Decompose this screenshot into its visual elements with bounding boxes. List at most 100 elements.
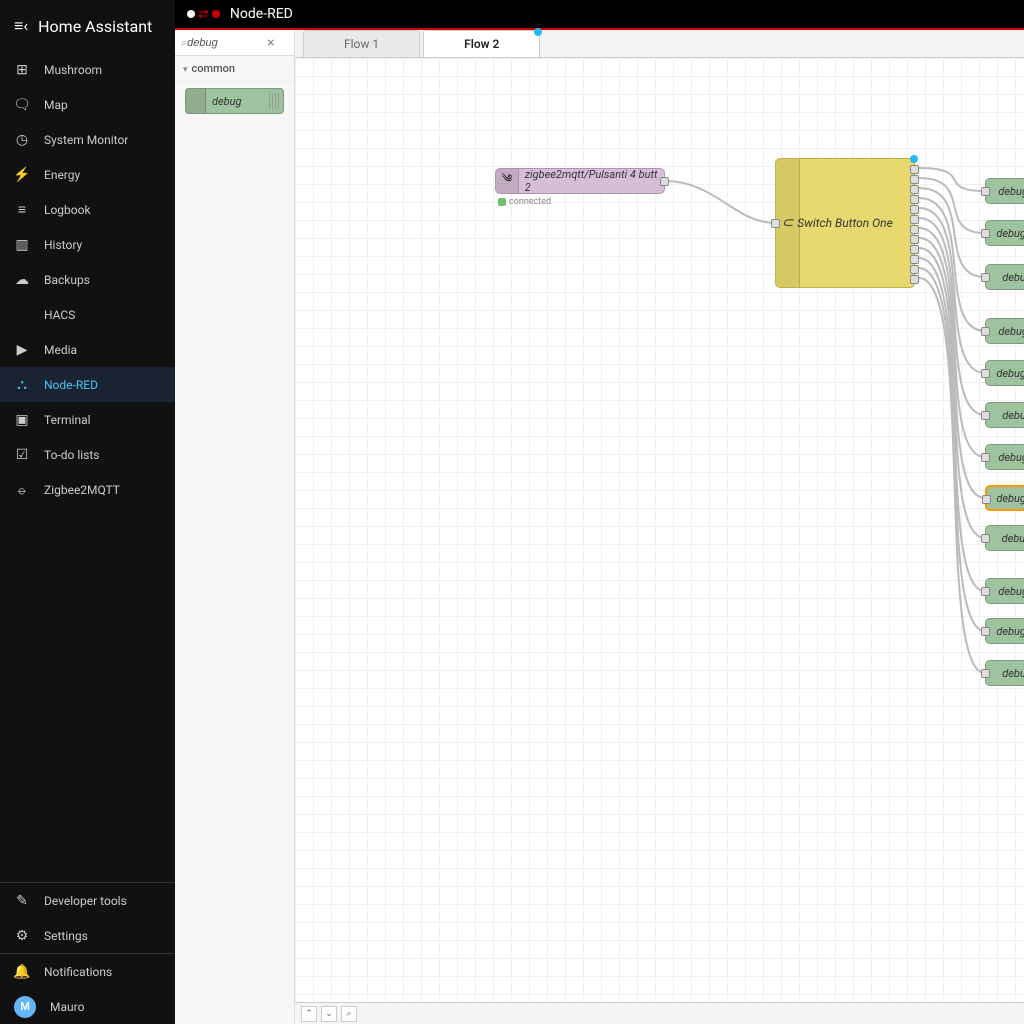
nav-icon: ✎ — [14, 893, 30, 909]
node-status: connected — [498, 197, 551, 207]
nav-icon: ▥ — [14, 237, 30, 253]
node-debug-0[interactable]: debug 1_single — [985, 178, 1024, 204]
sidebar-item-backups[interactable]: ☁Backups — [0, 262, 175, 297]
sidebar-item-zigbee2mqtt[interactable]: ⦵Zigbee2MQTT — [0, 472, 175, 507]
node-debug-6[interactable]: debug 3_single — [985, 444, 1024, 470]
node-debug-11[interactable]: debug 2_hold — [985, 660, 1024, 686]
port-in[interactable] — [981, 669, 990, 678]
node-debug-8[interactable]: debu❖1_hold — [985, 525, 1024, 551]
sidebar-item-history[interactable]: ▥History — [0, 227, 175, 262]
port-in[interactable] — [981, 369, 990, 378]
port-out-1[interactable] — [910, 175, 919, 184]
port-in[interactable] — [981, 534, 990, 543]
port-out-8[interactable] — [910, 245, 919, 254]
node-debug-5[interactable]: debug 2_hold — [985, 402, 1024, 428]
avatar: M — [14, 996, 36, 1018]
palette-node-debug[interactable]: debug — [185, 88, 284, 114]
port-in[interactable] — [981, 273, 990, 282]
nav-icon: ▣ — [14, 412, 30, 428]
sidebar-item-mauro[interactable]: MMauro — [0, 989, 175, 1024]
sidebar-item-developer-tools[interactable]: ✎Developer tools — [0, 883, 175, 918]
node-debug-3[interactable]: debug 2_single — [985, 318, 1024, 344]
port-in[interactable] — [981, 229, 990, 238]
bars-icon — [269, 93, 279, 109]
changed-dot-icon — [534, 28, 542, 36]
nav-icon: ▶ — [14, 342, 30, 358]
mqtt-icon: ༄ — [496, 169, 519, 193]
port-in[interactable] — [981, 453, 990, 462]
status-dot-icon — [498, 198, 506, 206]
port-out-3[interactable] — [910, 195, 919, 204]
tab-flow-1[interactable]: Flow 1 — [303, 30, 420, 57]
node-debug-10[interactable]: debug 2_double — [985, 618, 1024, 644]
palette-search-input[interactable] — [187, 37, 267, 49]
sidebar-item-node-red[interactable]: ⛬Node-RED — [0, 367, 175, 402]
nav-icon: 🗨 — [14, 97, 30, 113]
port-in[interactable] — [981, 411, 990, 420]
nav-icon: ☁ — [14, 272, 30, 288]
changed-dot-icon — [910, 155, 918, 163]
nav-footer: 🔔NotificationsMMauro — [0, 953, 175, 1024]
port-out-6[interactable] — [910, 225, 919, 234]
port-out-7[interactable] — [910, 235, 919, 244]
port-out-4[interactable] — [910, 205, 919, 214]
sidebar: ≡‹ Home Assistant ⊞Mushroom🗨Map◷System M… — [0, 0, 175, 1024]
sidebar-item-notifications[interactable]: 🔔Notifications — [0, 954, 175, 989]
nav-icon: ⚙ — [14, 928, 30, 944]
sidebar-item-hacs[interactable]: HACS — [0, 297, 175, 332]
page-title: Node-RED — [230, 6, 293, 22]
port-in[interactable] — [981, 327, 990, 336]
nav-icon — [14, 307, 30, 323]
sidebar-item-logbook[interactable]: ≡Logbook — [0, 192, 175, 227]
port-out[interactable] — [660, 177, 669, 186]
nav-main: ⊞Mushroom🗨Map◷System Monitor⚡Energy≡Logb… — [0, 52, 175, 882]
node-function[interactable]: ⊂ Switch Button One — [775, 158, 915, 288]
port-out-9[interactable] — [910, 255, 919, 264]
tabs: Flow 1Flow 2 — [295, 30, 1024, 58]
sidebar-item-map[interactable]: 🗨Map — [0, 87, 175, 122]
port-out-11[interactable] — [910, 275, 919, 284]
node-debug-7[interactable]: debug 3_double — [985, 485, 1024, 511]
menu-toggle-icon[interactable]: ≡‹ — [14, 16, 28, 36]
port-in[interactable] — [981, 587, 990, 596]
sidebar-item-settings[interactable]: ⚙Settings — [0, 918, 175, 953]
nav-icon: ☑ — [14, 447, 30, 463]
footer-up-button[interactable]: ⌃ — [301, 1006, 317, 1022]
node-debug-4[interactable]: debug 2_double — [985, 360, 1024, 386]
nav-icon: ⚡ — [14, 167, 30, 183]
sidebar-item-to-do-lists[interactable]: ☑To-do lists — [0, 437, 175, 472]
palette-search-clear[interactable]: × — [267, 35, 274, 51]
port-out-5[interactable] — [910, 215, 919, 224]
port-out-2[interactable] — [910, 185, 919, 194]
port-out-10[interactable] — [910, 265, 919, 274]
node-debug-1[interactable]: debug 1_double — [985, 220, 1024, 246]
port-in[interactable] — [982, 495, 991, 504]
tab-flow-2[interactable]: Flow 2 — [423, 30, 540, 57]
port-out-0[interactable] — [910, 165, 919, 174]
topbar: ⇄ Node-RED — [175, 0, 1024, 30]
sidebar-item-energy[interactable]: ⚡Energy — [0, 157, 175, 192]
sidebar-header: ≡‹ Home Assistant — [0, 0, 175, 52]
nav-icon: ⦵ — [14, 482, 30, 498]
nav-icon: ≡ — [14, 202, 30, 218]
sidebar-item-system-monitor[interactable]: ◷System Monitor — [0, 122, 175, 157]
workspace: Flow 1Flow 2 ༄ zigbee2mqtt/Pulsanti 4 bu… — [295, 30, 1024, 1024]
port-in[interactable] — [981, 187, 990, 196]
port-in[interactable] — [981, 627, 990, 636]
nav-icon: ◷ — [14, 132, 30, 148]
app-title: Home Assistant — [38, 17, 152, 36]
debug-icon — [186, 89, 206, 113]
canvas[interactable]: ༄ zigbee2mqtt/Pulsanti 4 butt 2 connecte… — [295, 58, 1024, 1002]
palette-category[interactable]: common — [175, 56, 294, 82]
node-debug-2[interactable]: debug 1_hold — [985, 264, 1024, 290]
sidebar-item-terminal[interactable]: ▣Terminal — [0, 402, 175, 437]
nav-icon: ⛬ — [14, 377, 30, 393]
node-debug-9[interactable]: debug 2_single — [985, 578, 1024, 604]
node-mqtt-in[interactable]: ༄ zigbee2mqtt/Pulsanti 4 butt 2 connecte… — [495, 168, 665, 194]
sidebar-item-mushroom[interactable]: ⊞Mushroom — [0, 52, 175, 87]
main: ⌕ × common debug Flow 1Flow 2 ༄ zigbee2m… — [175, 30, 1024, 1024]
sidebar-item-media[interactable]: ▶Media — [0, 332, 175, 367]
port-in[interactable] — [771, 219, 780, 228]
footer-search-button[interactable]: ⌕ — [341, 1006, 357, 1022]
footer-down-button[interactable]: ⌄ — [321, 1006, 337, 1022]
